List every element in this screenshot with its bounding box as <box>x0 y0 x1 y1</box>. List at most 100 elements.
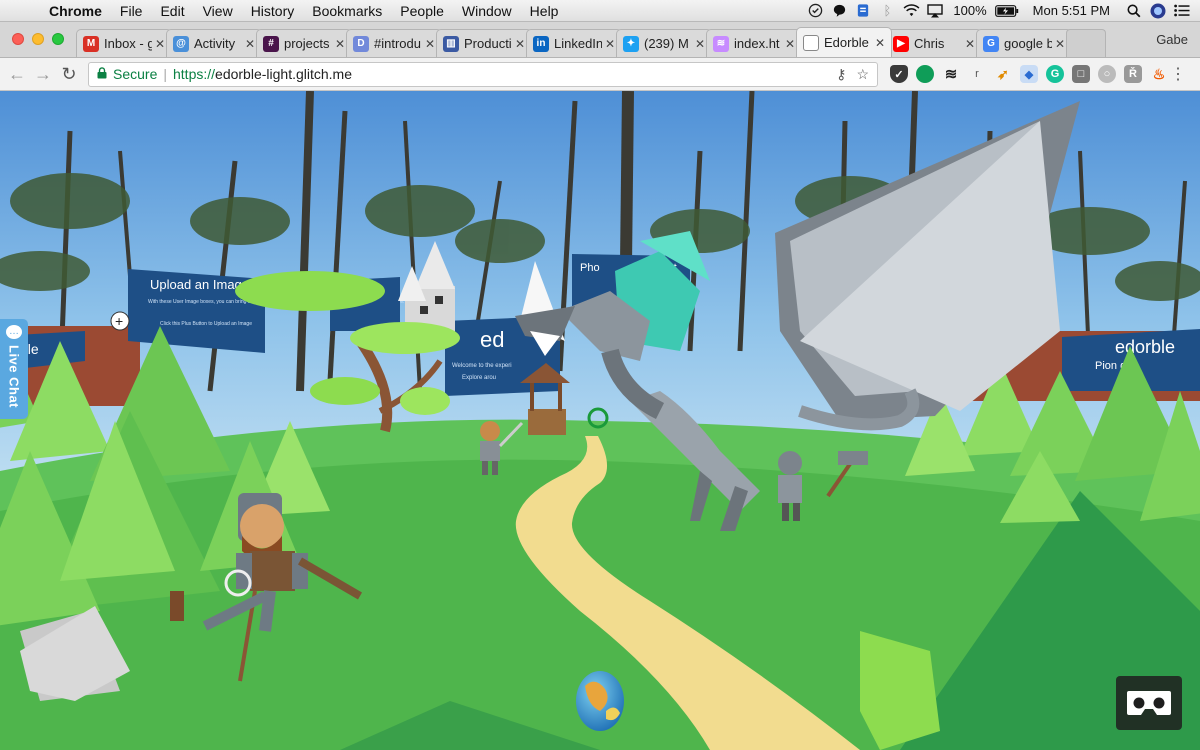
sign-upload-title: Upload an Image <box>150 277 249 292</box>
browser-tab[interactable]: Edorble ✕ <box>796 27 892 57</box>
grammarly-icon[interactable]: G <box>1046 65 1064 83</box>
secure-label[interactable]: Secure <box>113 66 157 82</box>
new-tab-button[interactable] <box>1066 29 1106 57</box>
lock-icon[interactable] <box>97 66 107 82</box>
menu-file[interactable]: File <box>111 3 152 19</box>
tab-strip: M Inbox - g ✕ @ Activity ✕ # projects ✕ D #introdu… <box>0 22 1200 58</box>
notification-center-icon[interactable] <box>1170 0 1194 22</box>
url-scheme: https:// <box>173 66 216 82</box>
tab-close-icon[interactable]: ✕ <box>875 36 885 50</box>
plus-icon: + <box>115 313 123 329</box>
sign-photo-title: Pho <box>580 262 600 274</box>
browser-tab[interactable]: ▥ Producti ✕ <box>436 29 532 57</box>
window-close-button[interactable] <box>12 33 24 45</box>
browser-tab[interactable]: @ Activity ✕ <box>166 29 262 57</box>
tab-title: Edorble <box>824 35 869 50</box>
glitch-icon: ≋ <box>713 35 729 52</box>
menu-view[interactable]: View <box>194 3 242 19</box>
tab-close-icon[interactable]: ✕ <box>1055 37 1065 51</box>
tab-title: LinkedIn <box>554 36 602 51</box>
window-minimize-button[interactable] <box>32 33 44 45</box>
menubar-clock[interactable]: Mon 5:51 PM <box>1021 3 1122 18</box>
tab-close-icon[interactable]: ✕ <box>785 37 795 51</box>
plus-upload-button[interactable]: + <box>110 311 130 331</box>
tab-close-icon[interactable]: ✕ <box>335 37 345 51</box>
scene-canvas[interactable]: Upload an Image With these User Image bo… <box>0 91 1200 750</box>
browser-tab[interactable]: # projects ✕ <box>256 29 352 57</box>
chat-bubble-icon: … <box>6 325 22 339</box>
flame-icon[interactable]: ♨ <box>1150 65 1168 83</box>
bookmark-star-icon[interactable]: ☆ <box>856 66 869 83</box>
profile-button[interactable]: Gabe <box>1156 21 1200 57</box>
hangouts-icon[interactable] <box>916 65 934 83</box>
tab-close-icon[interactable]: ✕ <box>965 37 975 51</box>
tab-title: google b <box>1004 36 1052 51</box>
tab-close-icon[interactable]: ✕ <box>695 37 705 51</box>
tab-title: Inbox - g <box>104 36 152 51</box>
tab-title: projects <box>284 36 330 51</box>
menu-bookmarks[interactable]: Bookmarks <box>303 3 391 19</box>
address-bar[interactable]: Secure | https:// edorble-light.glitch.m… <box>88 61 878 87</box>
tab-close-icon[interactable]: ✕ <box>605 37 615 51</box>
window-maximize-button[interactable] <box>52 33 64 45</box>
square-ext-icon[interactable]: □ <box>1072 65 1090 83</box>
url-separator: | <box>163 66 167 82</box>
youtube-icon: ▶ <box>893 35 909 52</box>
tab-close-icon[interactable]: ✕ <box>515 37 525 51</box>
browser-tab[interactable]: in LinkedIn ✕ <box>526 29 622 57</box>
battery-icon[interactable] <box>993 0 1021 22</box>
browser-tab[interactable]: M Inbox - g ✕ <box>76 29 172 57</box>
pocket-icon[interactable]: ✓ <box>890 65 908 83</box>
extension-bar: ✓ ≋ r ➶ ◆ G □ ○ Ř ♨ <box>890 65 1168 83</box>
bubble-ext-icon[interactable]: ○ <box>1098 65 1116 83</box>
live-chat-tab[interactable]: … Live Chat <box>0 319 28 419</box>
key-icon[interactable]: ⚷ <box>836 66 846 83</box>
tab-list: M Inbox - g ✕ @ Activity ✕ # projects ✕ D #introdu… <box>76 21 1106 57</box>
window-controls <box>0 21 76 57</box>
menu-people[interactable]: People <box>391 3 453 19</box>
rocket-icon[interactable]: ➶ <box>994 65 1012 83</box>
browser-tab[interactable]: ✦ (239) M ✕ <box>616 29 712 57</box>
layers-icon[interactable]: ≋ <box>942 65 960 83</box>
forward-arrow-icon[interactable]: → <box>30 61 56 87</box>
gmail-icon: M <box>83 35 99 52</box>
reload-icon[interactable]: ↻ <box>56 61 82 87</box>
browser-tab[interactable]: ▶ Chris ✕ <box>886 29 982 57</box>
omnibox-actions: ⚷ ☆ <box>836 66 869 83</box>
clipboard-tray-icon[interactable] <box>851 0 875 22</box>
wifi-icon[interactable] <box>899 0 923 22</box>
webvr-scene[interactable]: Upload an Image With these User Image bo… <box>0 91 1200 750</box>
browser-tab[interactable]: Ggoogle b ✕ <box>976 29 1072 57</box>
chat-bubble-tray-icon[interactable] <box>827 0 851 22</box>
enter-vr-button[interactable] <box>1116 676 1182 730</box>
battery-percent: 100% <box>953 3 987 18</box>
tab-close-icon[interactable]: ✕ <box>155 37 165 51</box>
puzzle-icon[interactable]: ◆ <box>1020 65 1038 83</box>
user-avatar-tray-icon[interactable] <box>1146 0 1170 22</box>
tab-close-icon[interactable]: ✕ <box>245 37 255 51</box>
spotlight-search-icon[interactable] <box>1122 0 1146 22</box>
chrome-menu-icon[interactable]: ⋮ <box>1170 64 1186 84</box>
menu-window[interactable]: Window <box>453 3 521 19</box>
tab-close-icon[interactable]: ✕ <box>425 37 435 51</box>
status-tray: ᛒ 100% Mon 5:51 PM <box>803 0 1200 22</box>
tab-title: (239) M <box>644 36 689 51</box>
app-menu-chrome[interactable]: Chrome <box>40 3 111 19</box>
menu-history[interactable]: History <box>242 3 304 19</box>
globe-icon[interactable] <box>576 671 624 731</box>
extension-r-icon[interactable]: r <box>968 65 986 83</box>
sign-upload-hint: Click this Plus Button to Upload an Imag… <box>160 321 252 327</box>
menu-edit[interactable]: Edit <box>151 3 193 19</box>
checkmark-tray-icon[interactable] <box>803 0 827 22</box>
twitter-icon: ✦ <box>623 35 639 52</box>
slack-hash-icon: # <box>263 35 279 52</box>
text-ext-icon[interactable]: Ř <box>1124 65 1142 83</box>
back-arrow-icon[interactable]: ← <box>4 61 30 87</box>
linkedin-icon: in <box>533 35 549 52</box>
bluetooth-icon[interactable]: ᛒ <box>875 0 899 22</box>
browser-tab[interactable]: D #introdu ✕ <box>346 29 442 57</box>
browser-tab[interactable]: ≋ index.ht ✕ <box>706 29 802 57</box>
profile-name: Gabe <box>1156 31 1188 47</box>
menu-help[interactable]: Help <box>521 3 568 19</box>
airplay-icon[interactable] <box>923 0 947 22</box>
